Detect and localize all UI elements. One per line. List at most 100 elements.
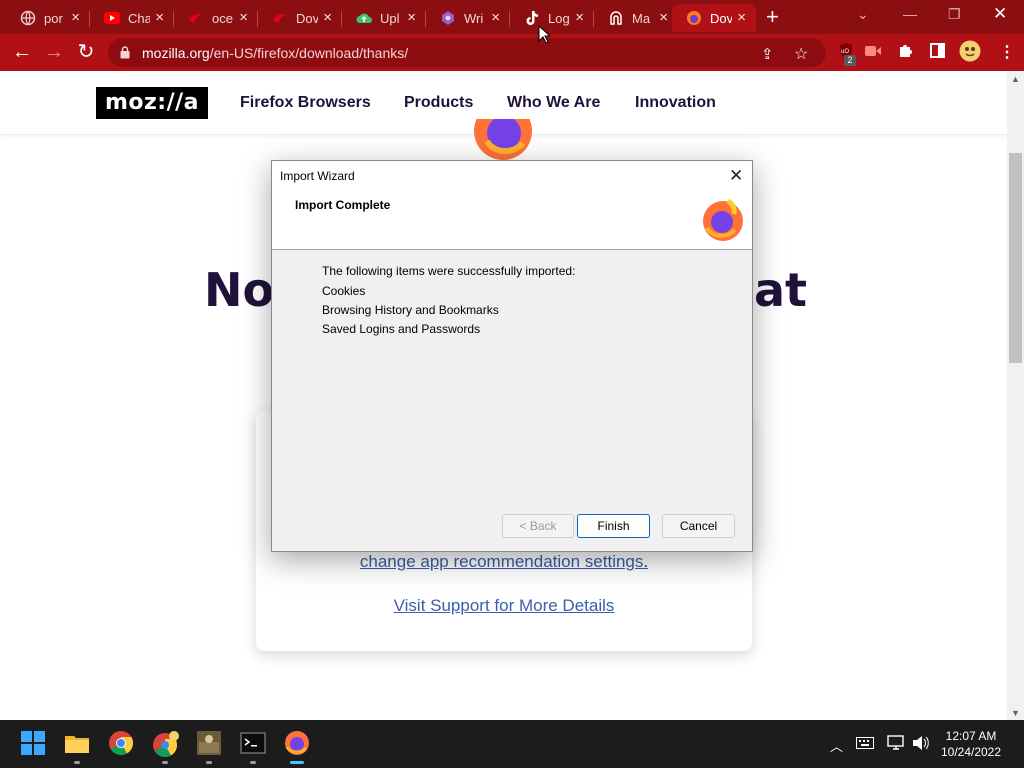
- tab-7[interactable]: Log ×: [510, 4, 594, 32]
- extension-badge: 2: [844, 55, 856, 66]
- forward-icon[interactable]: →: [42, 41, 66, 65]
- finish-button[interactable]: Finish: [577, 514, 650, 538]
- close-tab-icon[interactable]: ×: [407, 10, 416, 25]
- tab-3[interactable]: oce ×: [174, 4, 258, 32]
- cancel-button[interactable]: Cancel: [662, 514, 735, 538]
- tab-title: Wri: [464, 10, 484, 26]
- tab-title: por: [44, 10, 63, 26]
- purple-app-icon: [440, 10, 456, 26]
- chrome-profile-icon[interactable]: [152, 730, 179, 758]
- kebab-menu-icon[interactable]: ⋮: [999, 42, 1015, 62]
- start-icon[interactable]: [20, 730, 46, 756]
- reload-icon[interactable]: ↻: [74, 41, 98, 65]
- tab-title: Upl: [380, 10, 400, 26]
- tab-title: oce: [212, 10, 233, 26]
- close-icon[interactable]: ✕: [729, 166, 743, 186]
- close-window-button[interactable]: ✕: [993, 4, 1007, 24]
- tab-title: Cha: [128, 10, 150, 26]
- nav-innovation[interactable]: Innovation: [635, 94, 716, 112]
- page-heading-left: No: [204, 263, 275, 317]
- import-message: The following items were successfully im…: [322, 264, 576, 278]
- close-tab-icon[interactable]: ×: [491, 10, 500, 25]
- tab-8[interactable]: Ma ×: [594, 4, 678, 32]
- back-icon[interactable]: ←: [10, 41, 34, 65]
- lock-icon[interactable]: [120, 46, 130, 64]
- bookmark-star-icon[interactable]: ☆: [794, 44, 808, 64]
- firefox-logo-icon: [473, 119, 533, 161]
- url-text[interactable]: mozilla.org/en-US/firefox/download/thank…: [142, 45, 408, 61]
- imported-item: Saved Logins and Passwords: [322, 322, 481, 336]
- tab-title: Log: [548, 10, 570, 26]
- video-extension-icon[interactable]: [864, 44, 882, 62]
- firefox-icon: [686, 10, 702, 26]
- import-wizard-dialog: Import Wizard ✕ Import Complete The foll…: [271, 160, 753, 552]
- keyboard-icon[interactable]: [856, 737, 874, 752]
- close-tab-icon[interactable]: ×: [659, 10, 668, 25]
- close-tab-icon[interactable]: ×: [323, 10, 332, 25]
- mouse-cursor-icon: [538, 24, 552, 49]
- system-clock[interactable]: 12:07 AM 10/24/2022: [930, 728, 1012, 760]
- change-app-settings-link[interactable]: change app recommendation settings.: [256, 552, 752, 572]
- visit-support-link[interactable]: Visit Support for More Details: [256, 596, 752, 616]
- address-bar[interactable]: mozilla.org/en-US/firefox/download/thank…: [108, 38, 826, 67]
- tab-title: Ma: [632, 10, 651, 26]
- page-heading-right: at: [754, 263, 808, 317]
- close-tab-icon[interactable]: ×: [239, 10, 248, 25]
- tab-active-firefox[interactable]: Dov ×: [672, 4, 756, 32]
- imported-item: Browsing History and Bookmarks: [322, 303, 499, 317]
- running-indicator: [250, 761, 256, 764]
- youtube-icon: [104, 10, 120, 26]
- scroll-up-icon[interactable]: ▲: [1011, 74, 1020, 84]
- file-explorer-icon[interactable]: [64, 730, 90, 756]
- upload-cloud-icon: [356, 10, 372, 26]
- running-indicator: [74, 761, 80, 764]
- mozilla-logo[interactable]: moz://a: [96, 87, 208, 119]
- extensions-puzzle-icon[interactable]: [898, 42, 914, 62]
- browser-toolbar: ← → ↻ mozilla.org/en-US/firefox/download…: [0, 34, 1024, 71]
- close-tab-icon[interactable]: ×: [575, 10, 584, 25]
- share-icon[interactable]: ⇪: [761, 45, 774, 63]
- dialog-title: Import Wizard: [280, 169, 355, 183]
- tab-4[interactable]: Dov ×: [258, 4, 342, 32]
- chrome-icon[interactable]: [108, 730, 134, 756]
- minimize-button[interactable]: —: [903, 6, 917, 22]
- tab-search-icon[interactable]: ⌄: [857, 6, 869, 23]
- tab-1[interactable]: por ×: [6, 4, 90, 32]
- globe-icon: [20, 10, 36, 26]
- clock-date: 10/24/2022: [940, 745, 1002, 759]
- dialog-header: Import Wizard ✕ Import Complete: [272, 161, 752, 250]
- terminal-icon[interactable]: [240, 730, 266, 756]
- chevron-up-icon[interactable]: ︿: [830, 736, 843, 755]
- tiktok-icon: [524, 10, 540, 26]
- arch-icon: [608, 10, 624, 26]
- close-tab-icon[interactable]: ×: [737, 10, 746, 25]
- close-tab-icon[interactable]: ×: [71, 10, 80, 25]
- nav-firefox-browsers[interactable]: Firefox Browsers: [240, 94, 371, 112]
- back-button[interactable]: < Back: [502, 514, 574, 538]
- running-indicator: [162, 761, 168, 764]
- game-icon[interactable]: [196, 730, 222, 756]
- red-logo-icon: [188, 10, 204, 26]
- page-scrollbar[interactable]: ▲ ▼: [1007, 71, 1024, 720]
- side-panel-icon[interactable]: [930, 43, 945, 62]
- volume-icon[interactable]: [912, 735, 930, 754]
- imported-item: Cookies: [322, 284, 366, 298]
- clock-time: 12:07 AM: [945, 729, 997, 743]
- tab-6[interactable]: Wri ×: [426, 4, 510, 32]
- new-tab-button[interactable]: +: [766, 6, 779, 28]
- tab-strip: por × Cha × oce × Dov × Upl × Wri × Log …: [0, 0, 1024, 34]
- scroll-down-icon[interactable]: ▼: [1011, 708, 1020, 718]
- tab-2[interactable]: Cha ×: [90, 4, 174, 32]
- profile-avatar[interactable]: [959, 40, 981, 66]
- tab-title: Dov: [296, 10, 318, 26]
- firefox-icon[interactable]: [284, 730, 310, 756]
- tab-5[interactable]: Upl ×: [342, 4, 426, 32]
- nav-products[interactable]: Products: [404, 94, 473, 112]
- network-icon[interactable]: [887, 735, 905, 754]
- nav-who-we-are[interactable]: Who We Are: [507, 94, 600, 112]
- maximize-button[interactable]: ❐: [948, 6, 961, 23]
- scrollbar-thumb[interactable]: [1009, 153, 1022, 363]
- tab-title: Dov: [710, 10, 732, 26]
- close-tab-icon[interactable]: ×: [155, 10, 164, 25]
- windows-taskbar: ︿ 12:07 AM 10/24/2022: [0, 720, 1024, 768]
